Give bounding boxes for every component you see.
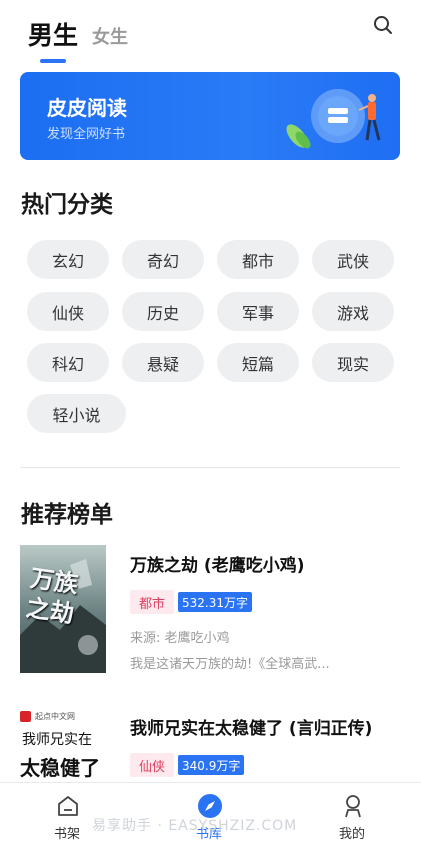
word-count-badge: 532.31万字: [178, 592, 253, 612]
nav-profile-label: 我的: [338, 827, 365, 842]
category-chip[interactable]: 仙侠: [27, 292, 109, 331]
tab-male[interactable]: 男生: [28, 16, 79, 63]
categories-title: 热门分类: [21, 192, 113, 218]
genre-tag: 都市: [130, 590, 175, 614]
cover-title: 万族之劫: [24, 564, 80, 629]
category-chip[interactable]: 科幻: [27, 343, 109, 382]
book-tags: 都市 532.31万字: [130, 590, 253, 614]
category-chip[interactable]: 军事: [217, 292, 299, 331]
watermark: 易享助手 · EASYSHZIZ.COM: [92, 818, 298, 834]
book-cover[interactable]: 万族之劫: [20, 545, 106, 673]
category-chip[interactable]: 悬疑: [122, 343, 204, 382]
category-chip[interactable]: 历史: [122, 292, 204, 331]
category-chip[interactable]: 现实: [312, 343, 394, 382]
publisher-logo-icon: [20, 711, 31, 722]
book-description: 我是这诸天万族的劫!《全球高武...: [130, 657, 330, 672]
bookshelf-icon: [58, 796, 78, 816]
section-divider: [20, 467, 400, 468]
tab-female[interactable]: 女生: [92, 23, 128, 49]
category-chip[interactable]: 短篇: [217, 343, 299, 382]
category-chip[interactable]: 奇幻: [122, 240, 204, 279]
book-tags: 仙侠 340.9万字: [130, 753, 245, 777]
tab-male-label: 男生: [28, 21, 79, 50]
book-title[interactable]: 万族之劫 (老鹰吃小鸡): [130, 551, 304, 576]
cover-line-1: 我师兄实在: [22, 732, 92, 748]
book-title[interactable]: 我师兄实在太稳健了 (言归正传): [130, 714, 372, 739]
word-count-badge: 340.9万字: [178, 755, 245, 775]
cover-line-2: 太稳健了: [20, 756, 100, 780]
category-chip[interactable]: 武侠: [312, 240, 394, 279]
ranking-title: 推荐榜单: [21, 502, 113, 528]
search-icon[interactable]: [372, 14, 394, 36]
banner-subtitle: 发现全网好书: [47, 127, 126, 142]
category-chip[interactable]: 游戏: [312, 292, 394, 331]
gender-tabs: 男生 女生: [28, 8, 128, 63]
reading-illustration-icon: [286, 89, 381, 149]
publisher-label: 起点中文网: [35, 712, 75, 721]
active-tab-indicator: [40, 59, 66, 63]
user-icon: [345, 795, 361, 818]
nav-profile[interactable]: 我的: [312, 783, 392, 847]
book-source: 来源: 老鹰吃小鸡: [130, 631, 230, 646]
category-chip[interactable]: 玄幻: [27, 240, 109, 279]
category-chip[interactable]: 轻小说: [27, 394, 126, 433]
genre-tag: 仙侠: [130, 753, 175, 777]
book-item[interactable]: 万族之劫 万族之劫 (老鹰吃小鸡) 都市 532.31万字 来源: 老鹰吃小鸡 …: [20, 545, 400, 675]
promo-banner[interactable]: 皮皮阅读 发现全网好书: [20, 72, 400, 160]
cover-publisher: 起点中文网: [20, 711, 75, 722]
category-chip[interactable]: 都市: [217, 240, 299, 279]
book-item[interactable]: 起点中文网 我师兄实在 太稳健了 我师兄实在太稳健了 (言归正传) 仙侠 340…: [20, 708, 400, 782]
banner-title: 皮皮阅读: [47, 96, 127, 120]
book-cover[interactable]: 起点中文网 我师兄实在 太稳健了: [20, 708, 106, 782]
